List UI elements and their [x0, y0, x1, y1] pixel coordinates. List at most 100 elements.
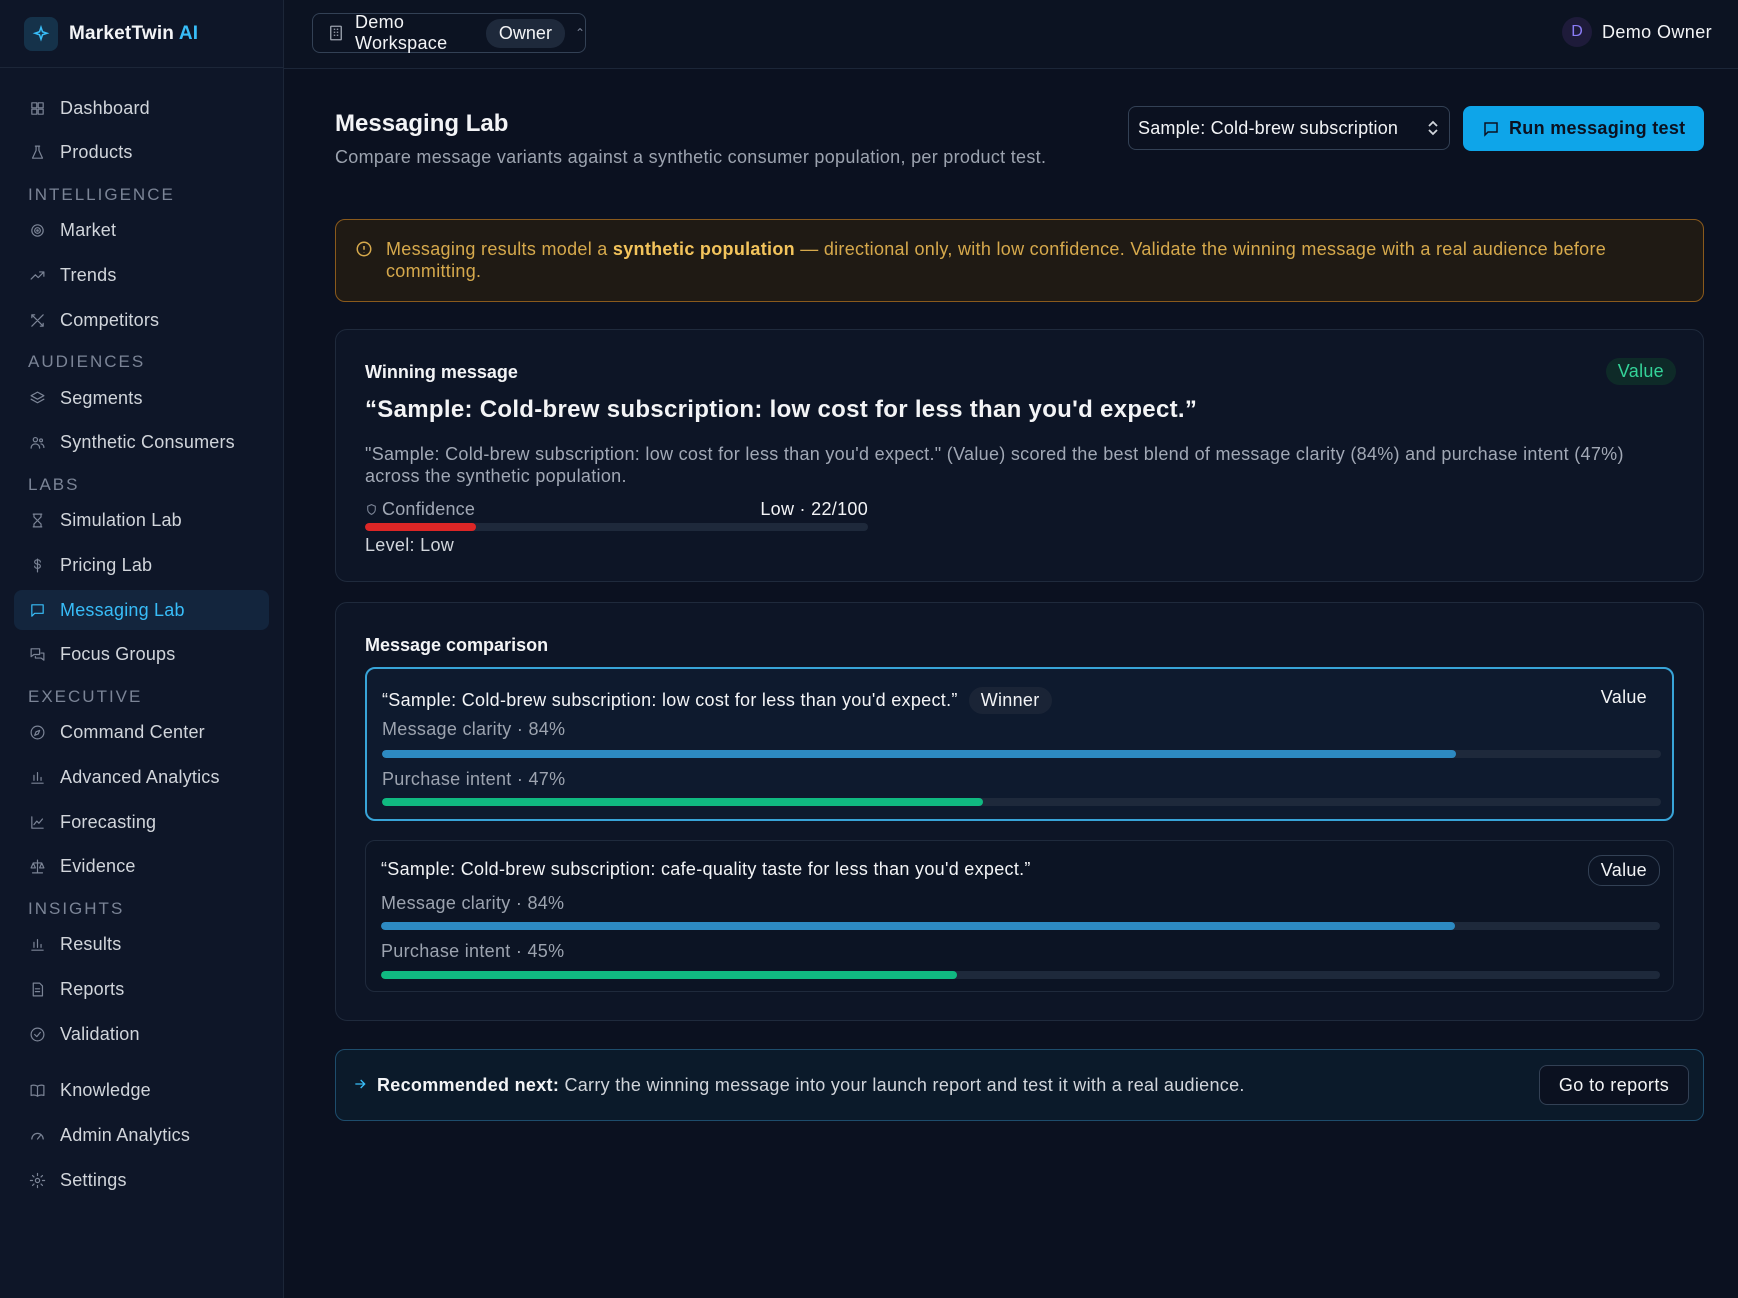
clarity-bar-fill: [382, 750, 1457, 758]
sidebar-item-label: Products: [60, 142, 133, 163]
confidence-value: Low · 22/100: [760, 499, 868, 519]
workspace-role-badge: Owner: [485, 18, 565, 48]
chat-icon: [28, 646, 46, 664]
sidebar-item-segments[interactable]: Segments: [14, 378, 269, 418]
run-button-label: Run messaging test: [1509, 118, 1686, 138]
sidebar: MarketTwin AI Dashboard Products INTELLIGE…: [0, 0, 284, 1298]
sidebar-item-label: Command Center: [60, 722, 205, 743]
compass-icon: [28, 724, 46, 742]
sidebar-item-label: Competitors: [60, 309, 160, 330]
page-title: Messaging Lab: [335, 110, 509, 137]
variant-card[interactable]: “Sample: Cold-brew subscription: cafe-qu…: [365, 840, 1674, 992]
message-icon: [28, 601, 46, 619]
scale-icon: [28, 858, 46, 876]
file-icon: [28, 981, 46, 999]
arrow-right-icon: [352, 1076, 368, 1092]
go-to-reports-button[interactable]: Go to reports: [1539, 1065, 1689, 1105]
sample-select[interactable]: Sample: Cold-brew subscription: [1128, 106, 1450, 150]
confidence-level: Level: Low: [365, 535, 455, 555]
workspace-switcher[interactable]: Demo Workspace Owner ⌃: [312, 12, 586, 53]
sidebar-item-label: Market: [60, 220, 117, 241]
swords-icon: [28, 311, 46, 329]
brand-name: MarketTwin AI: [69, 22, 199, 44]
sidebar-item-label: Forecasting: [60, 811, 157, 832]
info-icon: [355, 240, 373, 258]
winning-message-card: Winning message Value “Sample: Cold-brew…: [335, 329, 1704, 582]
comparison-title: Message comparison: [365, 635, 549, 655]
sample-select-value: Sample: Cold-brew subscription: [1138, 117, 1399, 138]
shield-icon: [365, 503, 378, 516]
variant-quote-row: “Sample: Cold-brew subscription: low cos…: [382, 687, 1052, 714]
sidebar-item-label: Settings: [60, 1169, 127, 1190]
variant-tag: Value: [1600, 687, 1647, 707]
variant-card-winner[interactable]: “Sample: Cold-brew subscription: low cos…: [365, 667, 1674, 821]
run-messaging-test-button[interactable]: Run messaging test: [1463, 106, 1704, 151]
hourglass-icon: [28, 512, 46, 530]
sidebar-item-command-center[interactable]: Command Center: [14, 713, 269, 753]
brand[interactable]: MarketTwin AI: [0, 0, 283, 68]
recommended-next-label: Recommended next:: [377, 1075, 560, 1095]
sidebar-item-products[interactable]: Products: [14, 133, 269, 173]
chevron-updown-icon: [1427, 119, 1439, 137]
workspace-name: Demo Workspace: [355, 12, 448, 53]
winning-description: "Sample: Cold-brew subscription: low cos…: [365, 444, 1624, 486]
sidebar-item-advanced-analytics[interactable]: Advanced Analytics: [14, 758, 269, 798]
clarity-label: Message clarity · 84%: [382, 719, 566, 739]
building-icon: [327, 24, 345, 42]
sidebar-section-labs: LABS: [28, 474, 80, 494]
sidebar-item-dashboard[interactable]: Dashboard: [14, 88, 269, 128]
winning-message-label: Winning message: [365, 362, 518, 382]
sidebar-item-label: Advanced Analytics: [60, 767, 220, 787]
sidebar-item-reports[interactable]: Reports: [14, 970, 269, 1010]
sidebar-item-label: Focus Groups: [60, 644, 176, 665]
sidebar-item-validation[interactable]: Validation: [14, 1014, 269, 1054]
confidence-bar-fill: [365, 523, 476, 531]
sidebar-item-label: Validation: [60, 1023, 140, 1044]
clarity-label: Message clarity · 84%: [381, 893, 565, 913]
users-icon: [28, 434, 46, 452]
gear-icon: [28, 1171, 46, 1189]
sidebar-item-messaging-lab[interactable]: Messaging Lab: [14, 590, 269, 631]
sidebar-item-label: Messaging Lab: [60, 599, 185, 620]
bar-chart-icon: [28, 769, 46, 787]
sidebar-item-market[interactable]: Market: [14, 211, 269, 251]
check-circle-icon: [28, 1025, 46, 1043]
sidebar-item-trends[interactable]: Trends: [14, 255, 269, 295]
alert-text: Messaging results model a: [386, 239, 613, 259]
alert-bold-text: synthetic population: [612, 239, 795, 259]
user-name: Demo Owner: [1601, 21, 1712, 42]
dollar-icon: [28, 556, 46, 574]
winning-quote: “Sample: Cold-brew subscription: low cos…: [365, 396, 1198, 423]
sidebar-item-simulation-lab[interactable]: Simulation Lab: [14, 501, 269, 541]
sidebar-item-label: Trends: [60, 264, 117, 285]
sidebar-item-pricing-lab[interactable]: Pricing Lab: [14, 545, 269, 585]
variant-quote: “Sample: Cold-brew subscription: cafe-qu…: [381, 859, 1031, 879]
clarity-bar: [381, 922, 1660, 930]
message-comparison-card: Message comparison “Sample: Cold-brew su…: [335, 602, 1704, 1021]
sidebar-item-label: Admin Analytics: [60, 1125, 191, 1146]
recommended-next-banner: Recommended next: Carry the winning mess…: [335, 1049, 1704, 1121]
intent-bar: [381, 971, 1660, 979]
message-icon: [1482, 120, 1500, 138]
topbar: Demo Workspace Owner ⌃ D Demo Owner: [284, 0, 1738, 69]
sidebar-section-intelligence: INTELLIGENCE: [28, 184, 175, 204]
sidebar-item-synthetic-consumers[interactable]: Synthetic Consumers: [14, 423, 269, 463]
sidebar-item-label: Segments: [60, 387, 143, 408]
sidebar-item-settings[interactable]: Settings: [14, 1160, 269, 1200]
sidebar-section-executive: EXECUTIVE: [28, 686, 143, 706]
sidebar-item-results[interactable]: Results: [14, 925, 269, 965]
sidebar-item-focus-groups[interactable]: Focus Groups: [14, 635, 269, 675]
target-icon: [28, 222, 46, 240]
user-menu[interactable]: D Demo Owner: [1561, 17, 1712, 47]
confidence-bar: [365, 523, 868, 531]
sidebar-item-admin-analytics[interactable]: Admin Analytics: [14, 1116, 269, 1156]
trend-up-icon: [28, 266, 46, 284]
sidebar-item-forecasting[interactable]: Forecasting: [14, 802, 269, 842]
sidebar-item-knowledge[interactable]: Knowledge: [14, 1071, 269, 1111]
intent-bar-fill: [381, 971, 957, 979]
sidebar-item-competitors[interactable]: Competitors: [14, 300, 269, 340]
sidebar-item-label: Reports: [60, 979, 125, 1000]
sidebar-section-insights: INSIGHTS: [28, 898, 125, 918]
recommended-next-text: Recommended next: Carry the winning mess…: [377, 1075, 1245, 1096]
sidebar-item-evidence[interactable]: Evidence: [14, 847, 269, 887]
